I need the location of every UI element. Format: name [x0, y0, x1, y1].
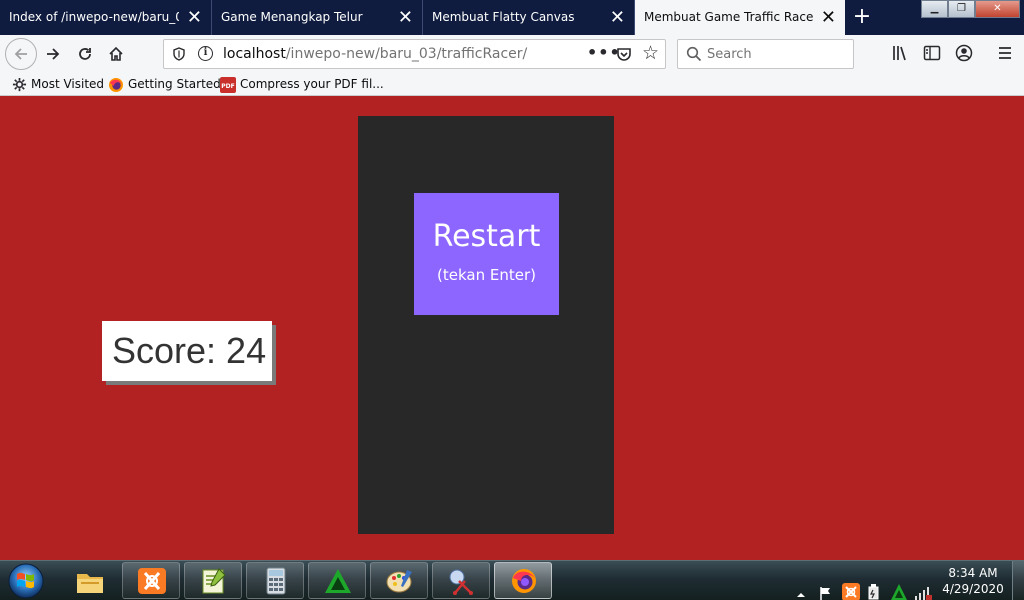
- account-icon[interactable]: [954, 43, 974, 63]
- navigation-toolbar: i localhost/inwepo-new/baru_03/trafficRa…: [0, 35, 1024, 73]
- bookmark-getting-started[interactable]: Getting Started: [108, 73, 221, 95]
- svg-text:PDF: PDF: [221, 83, 234, 90]
- minimize-button[interactable]: ▁: [921, 0, 948, 18]
- clock-date: 4/29/2020: [942, 582, 1004, 596]
- tab-game-menangkap-telur[interactable]: Game Menangkap Telur ✕: [211, 0, 422, 35]
- pdf-icon: PDF: [220, 76, 236, 93]
- pocket-icon[interactable]: [616, 46, 632, 62]
- site-info-icon[interactable]: i: [198, 46, 213, 61]
- search-bar[interactable]: [677, 39, 854, 69]
- sublime-green-icon: [325, 569, 351, 593]
- tab-label: Membuat Flatty Canvas: [432, 10, 575, 24]
- bookmarks-toolbar: Most Visited Getting Started PDF Compress…: [0, 73, 1024, 96]
- search-icon: [686, 46, 702, 62]
- search-input[interactable]: [707, 44, 847, 64]
- sublime-tray-icon[interactable]: [890, 572, 908, 600]
- url-text[interactable]: localhost/inwepo-new/baru_03/trafficRace…: [223, 40, 527, 68]
- bookmark-most-visited[interactable]: Most Visited: [12, 73, 104, 95]
- reload-button[interactable]: [70, 39, 100, 69]
- snipping-tool-icon: [449, 569, 473, 595]
- show-hidden-icon[interactable]: [796, 575, 806, 600]
- page-content: Restart (tekan Enter) Score: 24: [0, 96, 1024, 560]
- action-center-flag-icon[interactable]: [818, 573, 834, 600]
- taskbar-xampp[interactable]: [122, 562, 180, 599]
- tab-label: Game Menangkap Telur: [221, 10, 363, 24]
- system-clock[interactable]: 8:34 AM 4/29/2020: [940, 565, 1006, 597]
- taskbar-calculator[interactable]: [246, 562, 304, 599]
- restart-title: Restart: [432, 219, 541, 254]
- tab-index-of[interactable]: Index of /inwepo-new/baru_03 ✕: [0, 0, 211, 35]
- power-icon[interactable]: [866, 572, 882, 600]
- url-bar[interactable]: i localhost/inwepo-new/baru_03/trafficRa…: [163, 39, 666, 69]
- back-arrow-icon: [14, 48, 27, 60]
- taskbar-firefox[interactable]: [494, 562, 552, 599]
- close-icon[interactable]: ✕: [187, 0, 202, 35]
- firefox-icon: [109, 77, 123, 92]
- tab-label: Index of /inwepo-new/baru_03: [9, 10, 179, 24]
- score-display: Score: 24: [102, 321, 272, 381]
- bookmark-label: Getting Started: [128, 77, 221, 91]
- windows-start-icon: [8, 563, 44, 599]
- library-icon[interactable]: [890, 43, 910, 63]
- restart-hint: (tekan Enter): [437, 266, 536, 284]
- gear-icon: [12, 77, 27, 92]
- close-window-button[interactable]: ✕: [975, 0, 1020, 18]
- url-path: /inwepo-new/baru_03/trafficRacer/: [285, 46, 528, 62]
- paint-icon: [386, 570, 412, 593]
- close-icon[interactable]: ✕: [398, 0, 413, 35]
- taskbar-notepad-plus-plus[interactable]: [184, 562, 242, 599]
- clock-time: 8:34 AM: [948, 566, 998, 580]
- start-button[interactable]: [4, 562, 48, 600]
- taskbar-paint[interactable]: [370, 562, 428, 599]
- reload-icon: [79, 48, 91, 60]
- firefox-icon: [512, 569, 536, 593]
- taskbar-file-explorer[interactable]: [60, 562, 118, 599]
- new-tab-button[interactable]: +: [850, 0, 874, 35]
- calculator-icon: [266, 567, 286, 595]
- back-button[interactable]: [5, 38, 37, 70]
- bookmark-compress-pdf[interactable]: PDF Compress your PDF fil...: [220, 73, 384, 95]
- xampp-icon: [138, 568, 166, 594]
- shield-icon[interactable]: [172, 47, 186, 61]
- menu-icon[interactable]: [995, 43, 1015, 63]
- restore-button[interactable]: ❐: [948, 0, 975, 18]
- close-icon[interactable]: ✕: [821, 0, 836, 35]
- taskbar-snipping-tool[interactable]: [432, 562, 490, 599]
- xampp-tray-icon[interactable]: [842, 572, 860, 600]
- sidebar-icon[interactable]: [922, 43, 942, 63]
- windows-taskbar: 8:34 AM 4/29/2020: [0, 560, 1024, 600]
- tab-membuat-flatty-canvas[interactable]: Membuat Flatty Canvas ✕: [422, 0, 634, 35]
- home-icon: [109, 46, 123, 61]
- bookmark-star-icon[interactable]: ☆: [642, 43, 659, 63]
- tab-label: Membuat Game Traffic Racer: [644, 10, 814, 24]
- game-canvas[interactable]: Restart (tekan Enter): [358, 116, 614, 534]
- file-explorer-icon: [77, 574, 103, 593]
- close-icon[interactable]: ✕: [610, 0, 625, 35]
- bookmark-label: Compress your PDF fil...: [240, 77, 384, 91]
- tab-strip: Index of /inwepo-new/baru_03 ✕ Game Mena…: [0, 0, 1024, 35]
- window-controls: ▁ ❐ ✕: [921, 0, 1020, 18]
- forward-button[interactable]: [38, 39, 68, 69]
- show-desktop-button[interactable]: [1012, 561, 1024, 600]
- url-host: localhost: [223, 46, 286, 62]
- forward-arrow-icon: [47, 48, 60, 60]
- taskbar-sublime-green[interactable]: [308, 562, 366, 599]
- home-button[interactable]: [101, 39, 131, 69]
- bookmark-label: Most Visited: [31, 77, 105, 91]
- restart-button[interactable]: Restart (tekan Enter): [414, 193, 559, 315]
- notepad-plus-plus-icon: [202, 568, 226, 594]
- network-icon[interactable]: [914, 573, 932, 600]
- tab-traffic-racer[interactable]: Membuat Game Traffic Racer ✕: [634, 0, 845, 35]
